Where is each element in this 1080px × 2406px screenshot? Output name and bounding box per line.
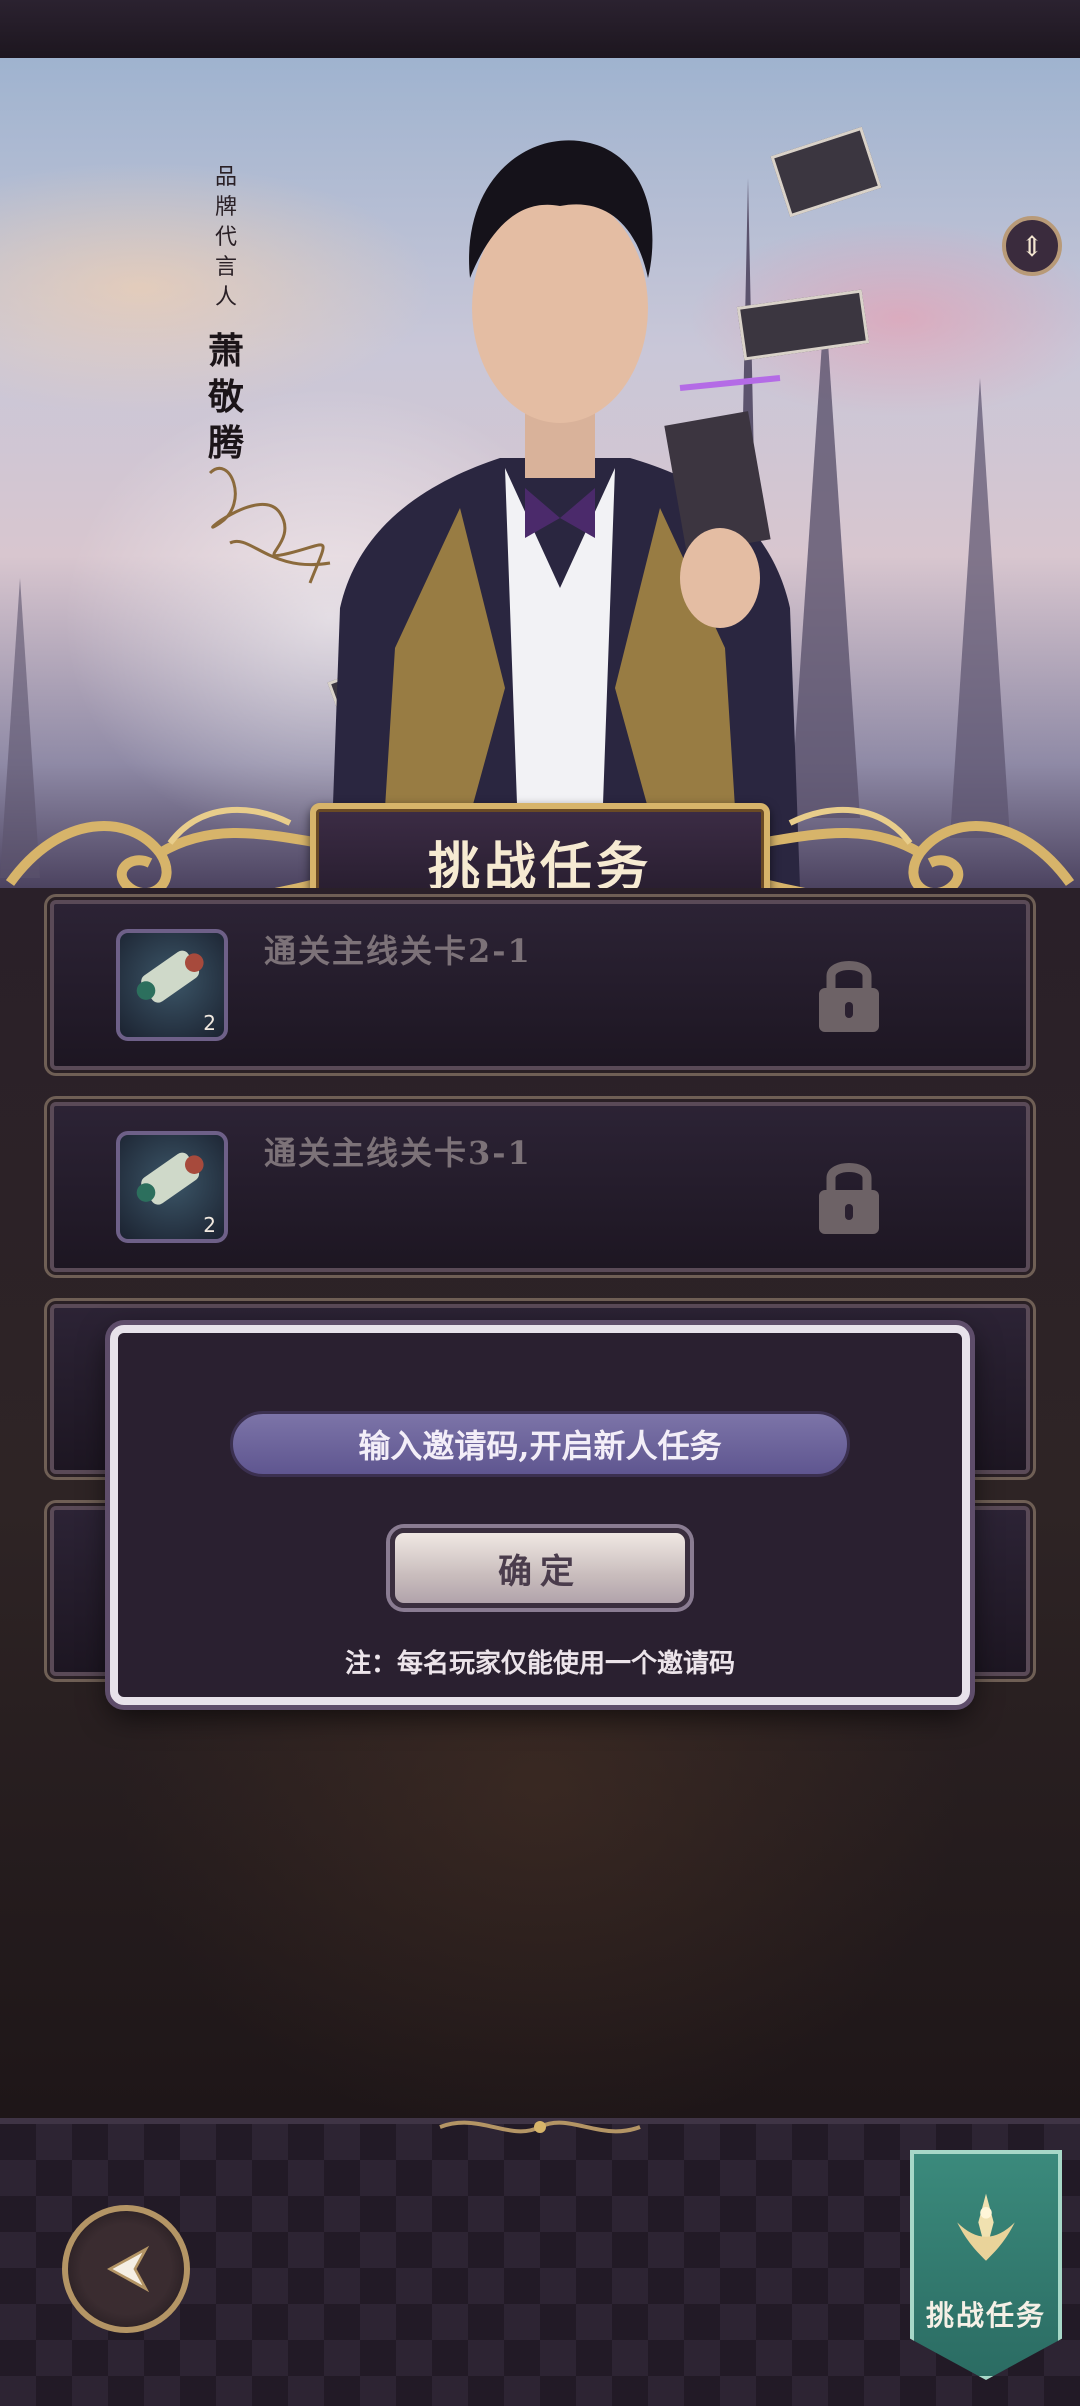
reward-count: 2: [203, 1213, 216, 1237]
invite-code-dialog: 输入邀请码,开启新人任务 确定 注：每名玩家仅能使用一个邀请码: [110, 1325, 970, 1705]
task-row[interactable]: 2 通关主线关卡3-1: [50, 1102, 1030, 1272]
dialog-note: 注：每名玩家仅能使用一个邀请码: [344, 1649, 735, 1679]
lock-icon: [819, 1163, 879, 1234]
castle-spire: [950, 378, 1010, 838]
tab-challenge-tasks[interactable]: 挑战任务: [910, 2150, 1062, 2380]
gold-flourish-right: [758, 806, 1075, 888]
endorser-caption: 品牌代言人: [214, 165, 237, 310]
endorser-portrait: [330, 140, 800, 888]
task-title: 通关主线关卡2-1: [264, 932, 532, 970]
top-bar: [0, 0, 1080, 61]
ornament-divider: [439, 2120, 641, 2134]
toggle-view-button[interactable]: ⇕: [1002, 216, 1062, 276]
gold-flourish-left: [5, 806, 322, 888]
confirm-button[interactable]: 确定: [390, 1528, 690, 1608]
page-title: 挑战任务: [427, 836, 652, 889]
invite-code-field[interactable]: 输入邀请码,开启新人任务: [230, 1411, 850, 1477]
crest-icon: [957, 2193, 1015, 2261]
scroll-reward-icon: 2: [116, 1131, 228, 1243]
reward-count: 2: [203, 1011, 216, 1035]
scroll-reward-icon: 2: [116, 929, 228, 1041]
back-arrow-icon: [106, 2245, 150, 2293]
lock-icon: [819, 961, 879, 1032]
title-plaque: 挑战任务: [310, 803, 770, 888]
task-title: 通关主线关卡3-1: [264, 1134, 532, 1172]
chevron-updown-icon: ⇕: [1020, 229, 1044, 263]
promo-banner: 品牌代言人 萧敬腾 ⇕ 挑战任务: [0, 58, 1080, 888]
task-row[interactable]: 2 通关主线关卡2-1: [50, 900, 1030, 1070]
tab-label: 挑战任务: [925, 2299, 1046, 2332]
back-button[interactable]: [62, 2205, 190, 2333]
